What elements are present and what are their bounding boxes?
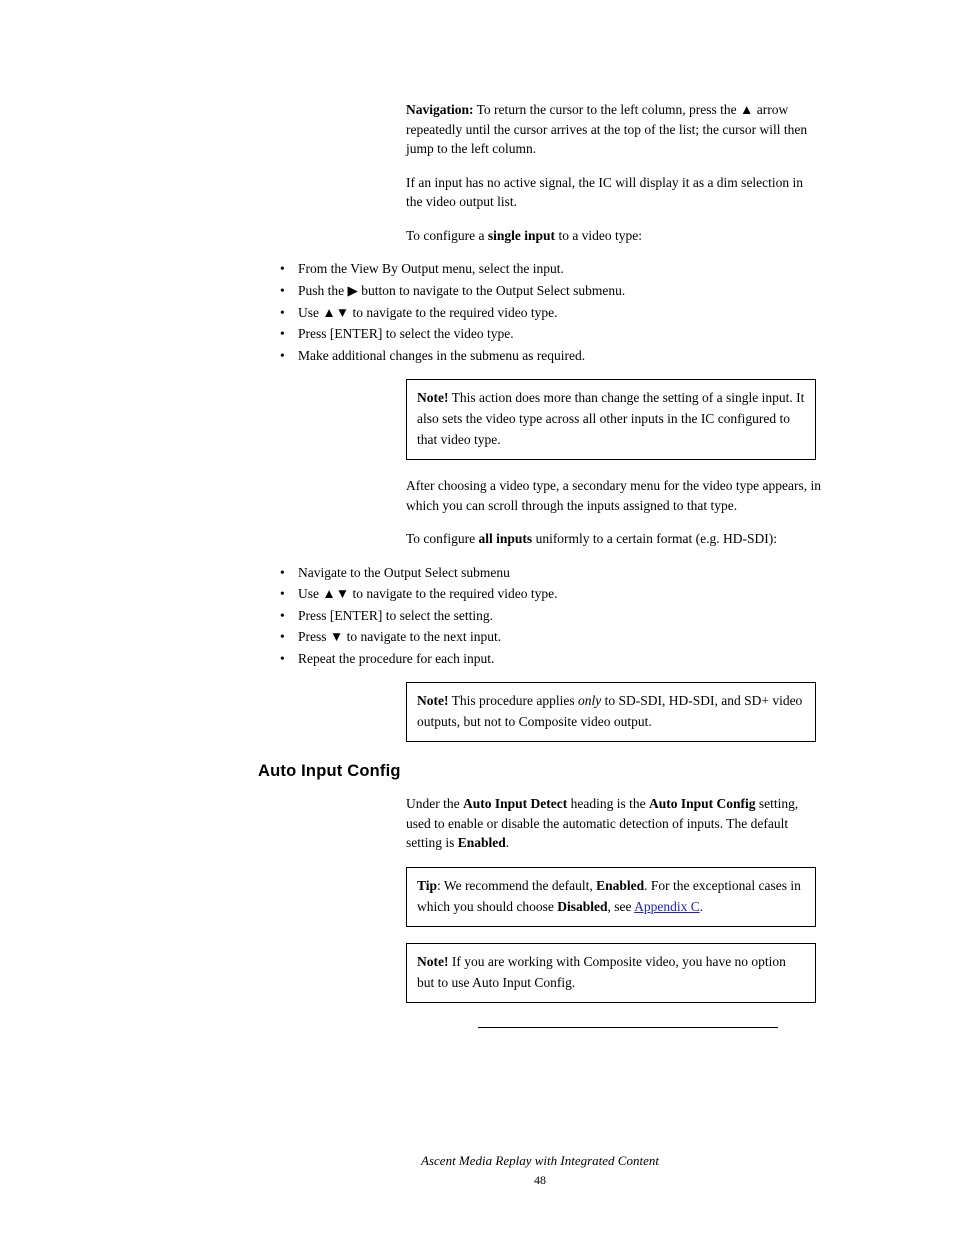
bullet-list-single-input: •From the View By Output menu, select th… — [258, 259, 822, 365]
list-item: •Press [ENTER] to select the setting. — [280, 606, 822, 626]
note-text: This action does more than change the se… — [417, 390, 804, 447]
tip-label: Tip — [417, 878, 437, 893]
list-item: •Use ▲▼ to navigate to the required vide… — [280, 303, 822, 323]
list-item: •Press [ENTER] to select the video type. — [280, 324, 822, 344]
list-item: •Repeat the procedure for each input. — [280, 649, 822, 669]
footer-title: Ascent Media Replay with Integrated Cont… — [258, 1152, 822, 1171]
note-label: Note! — [417, 954, 448, 969]
paragraph-dim-signal: If an input has no active signal, the IC… — [258, 173, 822, 212]
list-item: •Push the ▶ button to navigate to the Ou… — [280, 281, 822, 301]
appendix-c-link[interactable]: Appendix C — [634, 899, 700, 914]
note-box-procedure-scope: Note! This procedure applies only to SD-… — [406, 682, 816, 742]
note-label: Note! — [417, 693, 448, 708]
bullet-list-all-inputs: •Navigate to the Output Select submenu •… — [258, 563, 822, 669]
footer-divider — [478, 1027, 822, 1028]
nav-label: Navigation: — [406, 102, 474, 117]
list-item: •Make additional changes in the submenu … — [280, 346, 822, 366]
note-box-video-type: Note! This action does more than change … — [406, 379, 816, 460]
list-item: •Navigate to the Output Select submenu — [280, 563, 822, 583]
paragraph-all-inputs: To configure all inputs uniformly to a c… — [258, 529, 822, 549]
nav-paragraph: Navigation: To return the cursor to the … — [258, 100, 822, 159]
paragraph-single-input: To configure a single input to a video t… — [258, 226, 822, 246]
footer-page-number: 48 — [258, 1172, 822, 1189]
note-label: Note! — [417, 390, 448, 405]
page-footer: Ascent Media Replay with Integrated Cont… — [258, 1152, 822, 1189]
list-item: •Use ▲▼ to navigate to the required vide… — [280, 584, 822, 604]
paragraph-auto-input: Under the Auto Input Detect heading is t… — [258, 794, 822, 853]
tip-box-recommend-default: Tip: We recommend the default, Enabled. … — [406, 867, 816, 927]
list-item: •From the View By Output menu, select th… — [280, 259, 822, 279]
subheading-auto-input-config: Auto Input Config — [258, 760, 822, 784]
note-box-composite: Note! If you are working with Composite … — [406, 943, 816, 1003]
paragraph-secondary-menu: After choosing a video type, a secondary… — [258, 476, 822, 515]
list-item: •Press ▼ to navigate to the next input. — [280, 627, 822, 647]
